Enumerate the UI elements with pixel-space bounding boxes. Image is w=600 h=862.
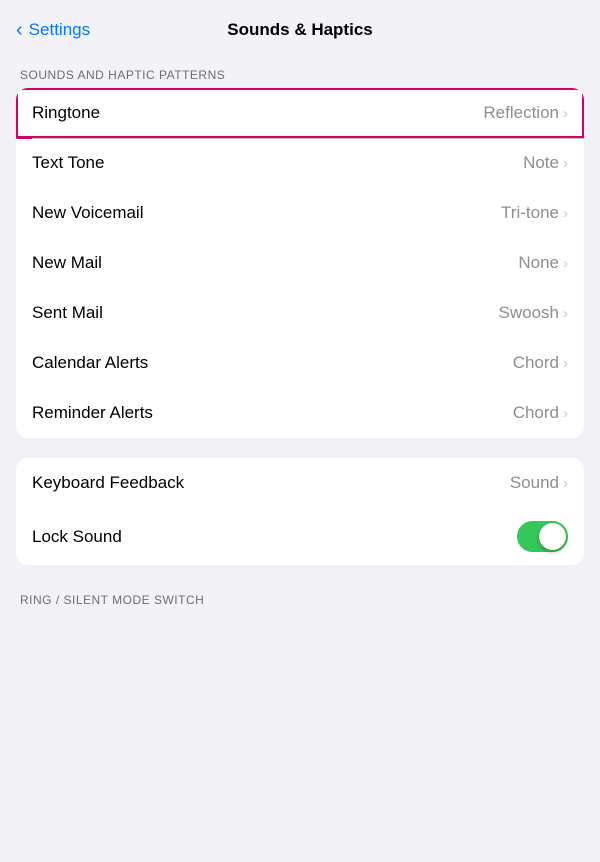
back-chevron-icon: ‹ — [16, 19, 23, 42]
text-tone-label: Text Tone — [32, 153, 104, 173]
text-tone-row[interactable]: Text Tone Note › — [16, 138, 584, 188]
lock-sound-label: Lock Sound — [32, 527, 122, 547]
keyboard-feedback-chevron-icon: › — [563, 475, 568, 492]
toggle-knob — [539, 523, 566, 550]
ringtone-value-group: Reflection › — [483, 103, 568, 123]
new-mail-row[interactable]: New Mail None › — [16, 238, 584, 288]
calendar-alerts-row[interactable]: Calendar Alerts Chord › — [16, 338, 584, 388]
ring-silent-section-label: RING / SILENT MODE SWITCH — [0, 585, 600, 613]
ringtone-value: Reflection — [483, 103, 559, 123]
new-voicemail-value-group: Tri-tone › — [501, 203, 568, 223]
sent-mail-value-group: Swoosh › — [499, 303, 568, 323]
keyboard-feedback-label: Keyboard Feedback — [32, 473, 184, 493]
new-voicemail-row[interactable]: New Voicemail Tri-tone › — [16, 188, 584, 238]
back-button[interactable]: ‹ Settings — [16, 19, 90, 42]
calendar-alerts-value-group: Chord › — [513, 353, 568, 373]
reminder-alerts-row[interactable]: Reminder Alerts Chord › — [16, 388, 584, 438]
reminder-alerts-chevron-icon: › — [563, 405, 568, 422]
header: ‹ Settings Sounds & Haptics — [0, 0, 600, 60]
back-label: Settings — [29, 20, 90, 40]
text-tone-value: Note — [523, 153, 559, 173]
new-voicemail-chevron-icon: › — [563, 205, 568, 222]
sent-mail-row[interactable]: Sent Mail Swoosh › — [16, 288, 584, 338]
reminder-alerts-value: Chord — [513, 403, 559, 423]
reminder-alerts-value-group: Chord › — [513, 403, 568, 423]
page-title: Sounds & Haptics — [227, 20, 372, 40]
keyboard-feedback-value-group: Sound › — [510, 473, 568, 493]
calendar-alerts-value: Chord — [513, 353, 559, 373]
new-voicemail-value: Tri-tone — [501, 203, 559, 223]
ringtone-chevron-icon: › — [563, 105, 568, 122]
new-voicemail-label: New Voicemail — [32, 203, 144, 223]
calendar-alerts-chevron-icon: › — [563, 355, 568, 372]
keyboard-feedback-row[interactable]: Keyboard Feedback Sound › — [16, 458, 584, 508]
sent-mail-value: Swoosh — [499, 303, 559, 323]
text-tone-chevron-icon: › — [563, 155, 568, 172]
keyboard-feedback-value: Sound — [510, 473, 559, 493]
sent-mail-chevron-icon: › — [563, 305, 568, 322]
feedback-card: Keyboard Feedback Sound › Lock Sound — [16, 458, 584, 565]
lock-sound-toggle[interactable] — [517, 521, 568, 552]
sounds-haptic-card: Ringtone Reflection › Text Tone Note › N… — [16, 88, 584, 438]
ringtone-label: Ringtone — [32, 103, 100, 123]
sounds-haptic-section-label: SOUNDS AND HAPTIC PATTERNS — [0, 60, 600, 88]
lock-sound-toggle-container — [517, 521, 568, 552]
new-mail-chevron-icon: › — [563, 255, 568, 272]
text-tone-value-group: Note › — [523, 153, 568, 173]
new-mail-value: None — [518, 253, 559, 273]
sent-mail-label: Sent Mail — [32, 303, 103, 323]
ringtone-row[interactable]: Ringtone Reflection › — [16, 88, 584, 138]
new-mail-label: New Mail — [32, 253, 102, 273]
lock-sound-row[interactable]: Lock Sound — [16, 508, 584, 565]
new-mail-value-group: None › — [518, 253, 568, 273]
reminder-alerts-label: Reminder Alerts — [32, 403, 153, 423]
calendar-alerts-label: Calendar Alerts — [32, 353, 148, 373]
